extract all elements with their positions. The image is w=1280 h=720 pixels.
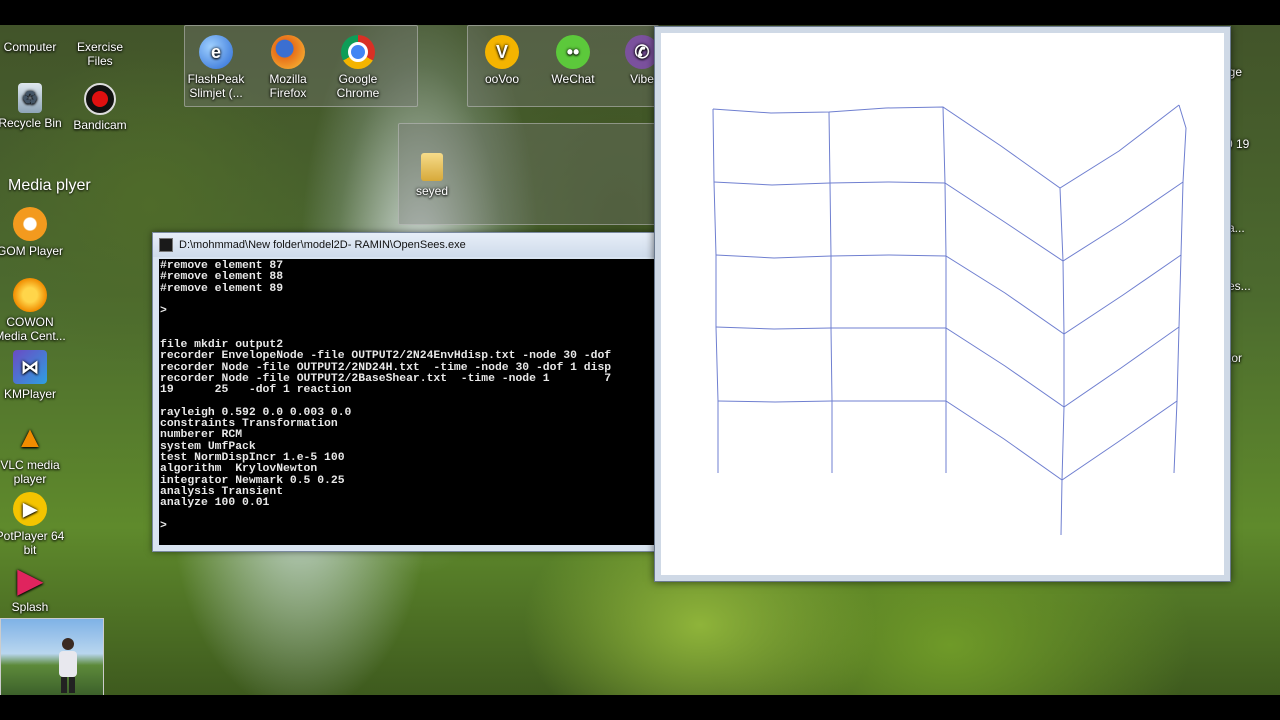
- play-icon: ▶: [13, 492, 47, 526]
- icon-label: COWON Media Cent...: [0, 315, 66, 343]
- icon-label: Splash: [11, 600, 49, 614]
- user-photo-thumbnail: [0, 618, 104, 695]
- icon-label: GOM Player: [0, 244, 63, 258]
- frame-deformation-plot: [661, 33, 1224, 575]
- console-output-area[interactable]: #remove element 87 #remove element 88 #r…: [159, 259, 659, 545]
- icon-label: Exercise Files: [76, 40, 123, 68]
- frame-floor-2: [713, 181, 1184, 262]
- trash-icon: ♻: [18, 83, 42, 113]
- app-icon: [1228, 321, 1262, 351]
- icon-label: Mozilla Firefox: [269, 72, 307, 100]
- kmplayer-logo-icon: ⋈: [13, 350, 47, 384]
- icon-label: KMPlayer: [3, 387, 56, 401]
- app-icon: [1226, 107, 1260, 137]
- frame-column-5: [1173, 104, 1187, 474]
- recycle-bin-icon[interactable]: ♻ Recycle Bin: [0, 83, 66, 130]
- icon-label: Google Chrome: [336, 72, 380, 100]
- icon-label: seyed: [415, 184, 449, 198]
- media-player-section-label: Media plyer: [8, 177, 91, 194]
- console-app-icon: [159, 238, 173, 252]
- console-titlebar[interactable]: D:\mohmmad\New folder\model2D- RAMIN\Ope…: [153, 233, 659, 257]
- icon-label: Computer: [3, 40, 57, 54]
- icon-label: WeChat: [551, 72, 595, 86]
- frame-floor-1: [712, 104, 1180, 189]
- frame-column-4: [1059, 187, 1065, 536]
- frame-column-2: [828, 111, 833, 473]
- bandicam-icon[interactable]: Bandicam: [64, 83, 136, 132]
- wechat-icon[interactable]: •• WeChat: [537, 35, 609, 86]
- firefox-logo-icon: [271, 35, 305, 69]
- cowon-logo-icon: [13, 278, 47, 312]
- flashpeak-slimjet-icon[interactable]: e FlashPeak Slimjet (...: [180, 35, 252, 100]
- folder-icon: [421, 153, 443, 181]
- oovoo-icon[interactable]: V ooVoo: [466, 35, 538, 86]
- vlc-media-player-icon[interactable]: ▲ VLC media player: [0, 421, 66, 487]
- icon-label: ooVoo: [484, 72, 520, 86]
- potplayer-icon[interactable]: ▶ PotPlayer 64 bit: [0, 492, 66, 557]
- traffic-cone-icon: ▲: [15, 421, 45, 454]
- oovoo-logo-icon: V: [485, 35, 519, 69]
- splash-icon[interactable]: ▶ Splash: [0, 563, 66, 614]
- cowon-media-center-icon[interactable]: COWON Media Cent...: [0, 278, 66, 343]
- right-icon-5[interactable]: tor: [1228, 321, 1268, 365]
- chrome-logo-icon: [341, 35, 375, 69]
- icon-label: Recycle Bin: [0, 116, 62, 130]
- app-icon: [1228, 249, 1262, 279]
- frame-column-1: [712, 108, 719, 473]
- icon-label: FlashPeak Slimjet (...: [187, 72, 245, 100]
- icon-label: PotPlayer 64 bit: [0, 529, 65, 557]
- frame-floor-4: [715, 326, 1180, 408]
- right-icon-2[interactable]: 0 19: [1226, 107, 1266, 151]
- opensees-console-window[interactable]: D:\mohmmad\New folder\model2D- RAMIN\Ope…: [152, 232, 660, 552]
- frame-floor-5: [717, 400, 1178, 481]
- icon-label: Bandicam: [73, 118, 127, 132]
- gom-logo-icon: [13, 207, 47, 241]
- app-icon: [1228, 191, 1262, 221]
- frame-column-3: [942, 106, 947, 473]
- frame-mesh-svg: [712, 104, 1187, 536]
- icon-label: VLC media player: [0, 458, 60, 486]
- monitor-icon: [13, 25, 47, 37]
- computer-icon[interactable]: Computer: [0, 25, 66, 54]
- console-text: #remove element 87 #remove element 88 #r…: [160, 260, 612, 532]
- seyed-folder-icon[interactable]: seyed: [396, 153, 468, 198]
- chat-bubble-icon: ••: [556, 35, 590, 69]
- person-icon: [59, 638, 77, 693]
- splash-logo-icon: ▶: [17, 562, 43, 598]
- gom-player-icon[interactable]: GOM Player: [0, 207, 66, 258]
- kmplayer-icon[interactable]: ⋈ KMPlayer: [0, 350, 66, 401]
- icon-label: es...: [1228, 279, 1251, 293]
- chrome-icon[interactable]: Google Chrome: [322, 35, 394, 100]
- folder-icon: [83, 25, 117, 37]
- icon-label: Vibe: [630, 72, 654, 86]
- right-icon-3[interactable]: a...: [1228, 191, 1268, 235]
- frame-floor-3: [715, 254, 1182, 335]
- console-title: D:\mohmmad\New folder\model2D- RAMIN\Ope…: [179, 239, 466, 251]
- record-icon: [84, 83, 116, 115]
- globe-icon: e: [199, 35, 233, 69]
- right-icon-4[interactable]: es...: [1228, 249, 1268, 293]
- firefox-icon[interactable]: Mozilla Firefox: [252, 35, 324, 100]
- exercise-files-folder-icon[interactable]: Exercise Files: [64, 25, 136, 68]
- opensees-plot-window[interactable]: [654, 26, 1231, 582]
